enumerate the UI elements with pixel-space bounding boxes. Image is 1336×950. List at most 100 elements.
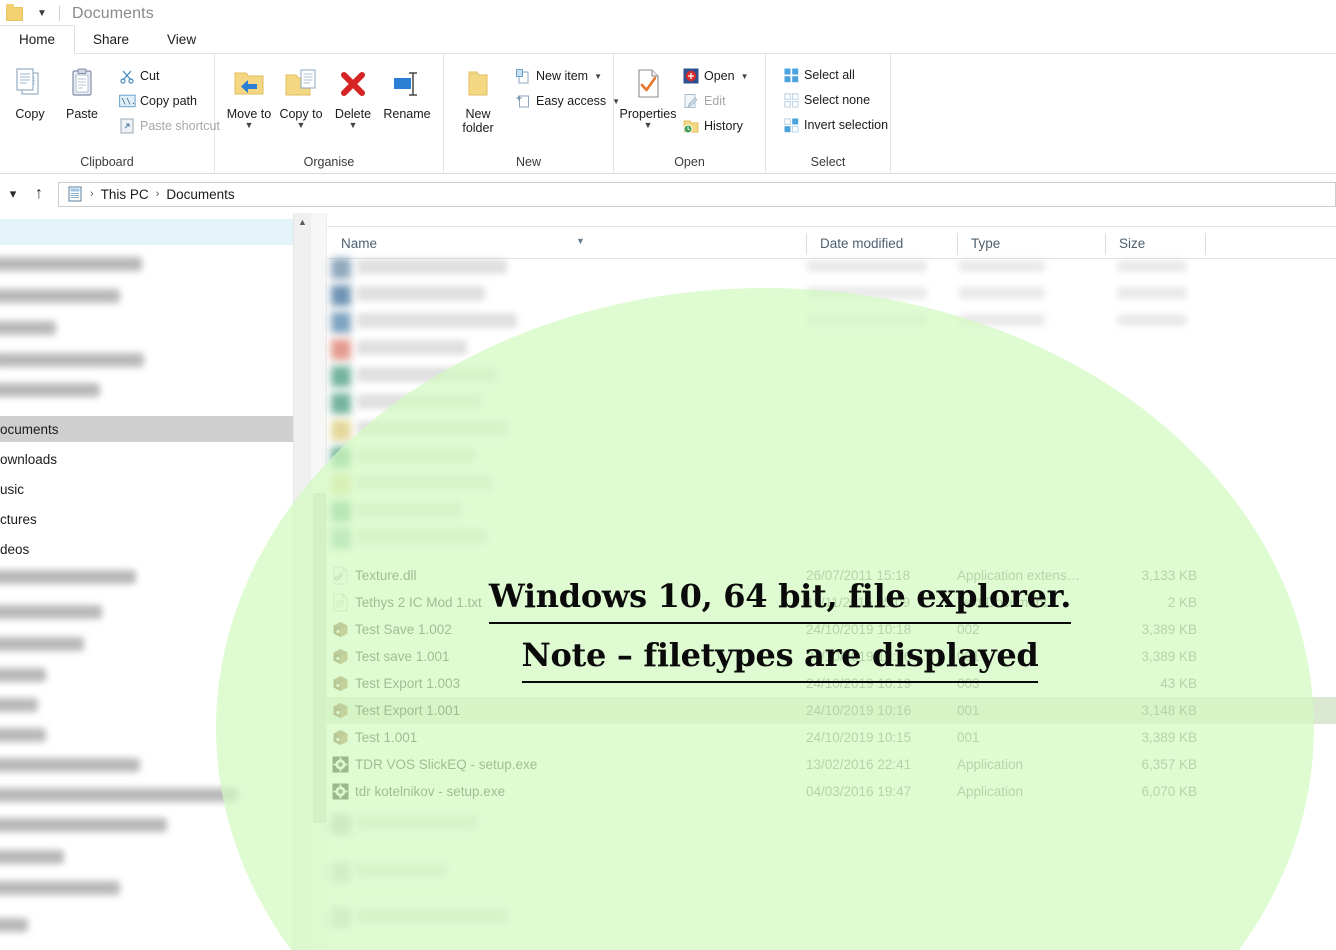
- paste-button[interactable]: Paste: [56, 62, 108, 137]
- table-row[interactable]: Tethys 2 IC Mod 1.txt 16/11/2015 05:09 T…: [327, 589, 1336, 616]
- move-to-button[interactable]: Move to ▼: [223, 62, 275, 130]
- table-row[interactable]: [327, 498, 1336, 525]
- file-type: 001: [957, 703, 980, 718]
- breadcrumb-this-pc[interactable]: This PC: [101, 187, 149, 202]
- arrow-up-icon[interactable]: ↑: [26, 181, 52, 207]
- table-row[interactable]: Test Export 1.003 24/10/2019 10:19 003 4…: [327, 670, 1336, 697]
- table-row[interactable]: TDR VOS SlickEQ - setup.exe 13/02/2016 2…: [327, 751, 1336, 778]
- unknown-package-icon: [331, 701, 350, 720]
- nav-item-blurred[interactable]: [0, 321, 56, 335]
- new-folder-button[interactable]: New folder: [452, 62, 504, 135]
- tab-share[interactable]: Share: [74, 26, 148, 53]
- nav-item-blurred[interactable]: [0, 353, 144, 367]
- tab-home[interactable]: Home: [0, 26, 75, 54]
- nav-item-blurred[interactable]: [0, 850, 64, 864]
- chevron-down-icon[interactable]: ▾: [0, 181, 26, 207]
- copy-to-icon: [282, 64, 320, 104]
- breadcrumb-documents[interactable]: Documents: [166, 187, 234, 202]
- nav-item-blurred[interactable]: [0, 728, 46, 742]
- table-row[interactable]: [327, 309, 1336, 336]
- file-type: 001: [957, 649, 980, 664]
- table-row[interactable]: Test 1.001 24/10/2019 10:15 001 3,389 KB: [327, 724, 1336, 751]
- file-name-blurred: [357, 259, 507, 274]
- nav-item-blurred[interactable]: [0, 918, 28, 932]
- nav-item-blurred[interactable]: [0, 698, 38, 712]
- file-date-blurred: [807, 314, 927, 326]
- invert-selection-button[interactable]: Invert selection: [778, 114, 894, 136]
- table-row[interactable]: [327, 525, 1336, 552]
- filelist-scrollbar-thumb[interactable]: [313, 493, 326, 823]
- chevron-down-icon[interactable]: ▼: [297, 121, 306, 130]
- chevron-down-icon[interactable]: ▼: [245, 121, 254, 130]
- sidebar-item-music[interactable]: usic: [0, 476, 24, 502]
- sidebar-item-downloads[interactable]: ownloads: [0, 446, 57, 472]
- table-row[interactable]: Test save 1.001 24/10/2019 10:16 001 3,3…: [327, 643, 1336, 670]
- tab-view[interactable]: View: [148, 26, 215, 53]
- file-name: TDR VOS SlickEQ - setup.exe: [355, 757, 538, 772]
- chevron-down-icon[interactable]: ▼: [35, 8, 49, 19]
- file-date: 26/07/2011 15:18: [806, 568, 911, 583]
- easy-access-button[interactable]: Easy access ▼: [510, 90, 626, 112]
- nav-item-blurred[interactable]: [0, 383, 100, 397]
- copy-path-button[interactable]: \\.. Copy path: [114, 90, 226, 112]
- nav-item-blurred[interactable]: [0, 788, 238, 802]
- open-label: Open: [704, 69, 735, 83]
- copy-button-label: Copy: [15, 107, 45, 121]
- select-none-button[interactable]: Select none: [778, 89, 894, 111]
- nav-item-blurred[interactable]: [0, 758, 140, 772]
- history-button[interactable]: History: [678, 115, 755, 137]
- file-icon-blurred: [331, 907, 351, 928]
- filelist-scrollbar[interactable]: [310, 213, 327, 950]
- paste-shortcut-button[interactable]: Paste shortcut: [114, 115, 226, 137]
- column-divider[interactable]: [1205, 233, 1206, 255]
- open-button[interactable]: Open ▼: [678, 65, 755, 87]
- rename-button[interactable]: Rename: [379, 62, 435, 129]
- table-row[interactable]: [327, 417, 1336, 444]
- table-row[interactable]: [327, 811, 1336, 838]
- table-row[interactable]: [327, 390, 1336, 417]
- table-row[interactable]: [327, 282, 1336, 309]
- chevron-up-icon[interactable]: ▲: [294, 213, 310, 230]
- chevron-down-icon[interactable]: ▼: [594, 72, 602, 81]
- sidebar-item-documents[interactable]: ocuments: [0, 416, 59, 442]
- table-row[interactable]: tdr kotelnikov - setup.exe 04/03/2016 19…: [327, 778, 1336, 805]
- copy-button[interactable]: Copy: [4, 62, 56, 137]
- file-icon-blurred: [331, 474, 351, 495]
- address-input[interactable]: › This PC › Documents: [58, 181, 1336, 207]
- chevron-down-icon[interactable]: ▼: [349, 121, 358, 130]
- nav-item-blurred[interactable]: [0, 881, 120, 895]
- nav-item-blurred[interactable]: [0, 257, 142, 271]
- table-row[interactable]: [327, 859, 1336, 886]
- table-row[interactable]: [327, 471, 1336, 498]
- nav-item-blurred[interactable]: [0, 668, 46, 682]
- sidebar-item-pictures[interactable]: ctures: [0, 506, 37, 532]
- table-row[interactable]: Texture.dll 26/07/2011 15:18 Application…: [327, 562, 1336, 589]
- file-name-blurred: [357, 367, 497, 382]
- table-row[interactable]: Test Export 1.001 24/10/2019 10:16 001 3…: [327, 697, 1336, 724]
- ribbon-group-title-open: Open: [674, 155, 705, 169]
- sidebar-item-videos[interactable]: deos: [0, 536, 29, 562]
- select-all-label: Select all: [804, 68, 855, 82]
- chevron-down-icon[interactable]: ▼: [741, 72, 749, 81]
- nav-item-blurred[interactable]: [0, 605, 102, 619]
- navpane-scrollbar[interactable]: ▲: [293, 213, 310, 950]
- table-row[interactable]: [327, 336, 1336, 363]
- cut-button[interactable]: Cut: [114, 65, 226, 87]
- delete-button[interactable]: Delete ▼: [327, 62, 379, 130]
- table-row[interactable]: [327, 363, 1336, 390]
- new-item-button[interactable]: New item ▼: [510, 65, 626, 87]
- edit-button[interactable]: Edit: [678, 90, 755, 112]
- table-row[interactable]: Test Save 1.002 24/10/2019 10:18 002 3,3…: [327, 616, 1336, 643]
- select-all-button[interactable]: Select all: [778, 64, 894, 86]
- chevron-down-icon[interactable]: ▼: [644, 121, 653, 130]
- table-row[interactable]: [327, 904, 1336, 931]
- copy-to-button[interactable]: Copy to ▼: [275, 62, 327, 130]
- nav-item-blurred[interactable]: [0, 637, 84, 651]
- table-row[interactable]: [327, 255, 1336, 282]
- properties-button[interactable]: Properties ▼: [620, 62, 677, 137]
- unknown-package-icon: [331, 674, 350, 693]
- nav-item-blurred[interactable]: [0, 289, 120, 303]
- nav-item-blurred[interactable]: [0, 570, 136, 584]
- table-row[interactable]: [327, 444, 1336, 471]
- nav-item-blurred[interactable]: [0, 818, 167, 832]
